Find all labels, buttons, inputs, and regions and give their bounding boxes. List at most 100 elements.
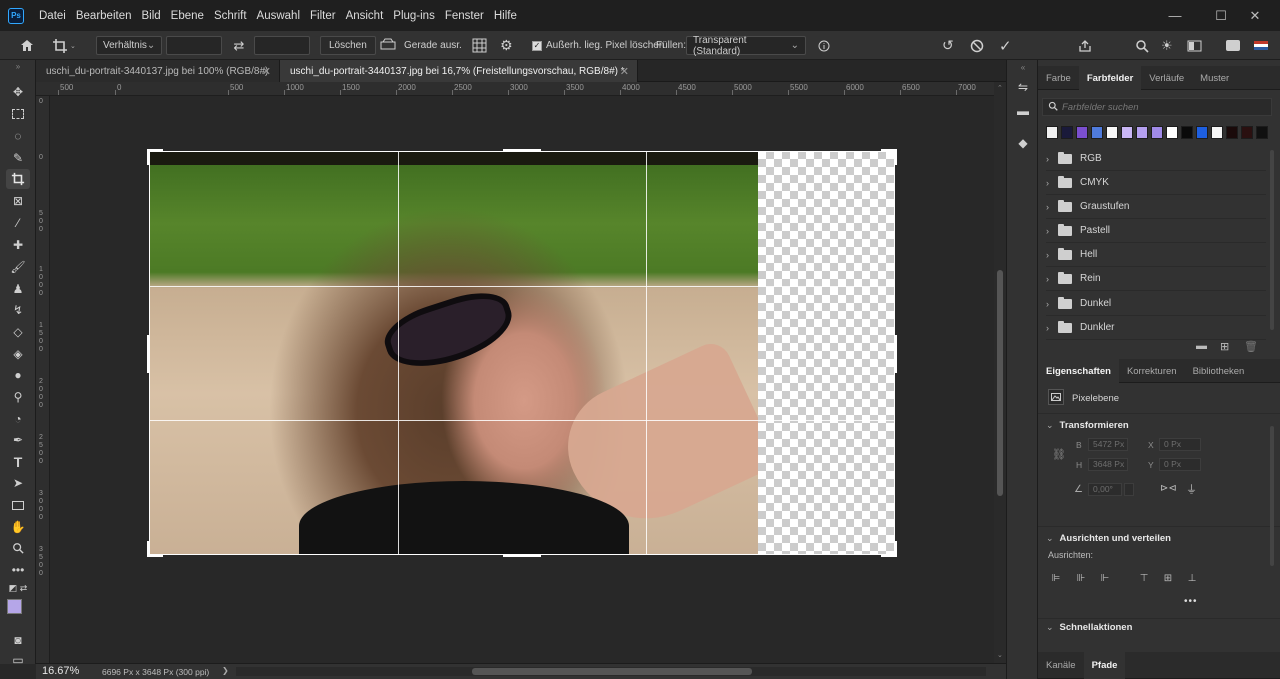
swatch-folder-rgb[interactable]: › RGB	[1046, 147, 1266, 171]
menu-hilfe[interactable]: Hilfe	[489, 10, 522, 22]
swatch-folder-cmyk[interactable]: › CMYK	[1046, 171, 1266, 195]
more-tools-icon[interactable]: •••	[6, 560, 30, 580]
status-arrow-icon[interactable]: ❯	[222, 666, 229, 675]
swatch-folder-rein[interactable]: › Rein	[1046, 267, 1266, 291]
menu-ebene[interactable]: Ebene	[166, 10, 209, 22]
crop-handle-top-right[interactable]	[894, 149, 897, 165]
rectangle-tool-icon[interactable]	[6, 495, 30, 515]
history-panel-icon[interactable]: ⇋	[1014, 78, 1032, 96]
align-center-horizontal-icon[interactable]: ⊪	[1075, 572, 1087, 584]
menu-ansicht[interactable]: Ansicht	[341, 10, 389, 22]
dodge-tool-icon[interactable]: ⚲	[6, 387, 30, 407]
scroll-up-icon[interactable]: ⌃	[997, 84, 1003, 92]
align-section-header[interactable]: ⌄ Ausrichten und verteilen	[1046, 533, 1171, 544]
tab-verlaeufe[interactable]: Verläufe	[1141, 66, 1192, 90]
tab-farbe[interactable]: Farbe	[1038, 66, 1079, 90]
vertical-scroll-thumb[interactable]	[997, 270, 1003, 496]
color-swatch[interactable]	[1241, 126, 1253, 139]
reset-icon[interactable]: ↺	[942, 36, 954, 55]
menu-bearbeiten[interactable]: Bearbeiten	[71, 10, 137, 22]
screen-mode-icon[interactable]: ▭	[6, 650, 30, 670]
lightbulb-icon[interactable]: ☀	[1161, 36, 1173, 55]
vertical-scrollbar[interactable]: ⌃ ⌄	[994, 82, 1006, 663]
tab-document-100[interactable]: uschi_du-portrait-3440137.jpg bei 100% (…	[36, 60, 280, 82]
color-swatch[interactable]	[1076, 126, 1088, 139]
swatch-folder-dunkel[interactable]: › Dunkel	[1046, 292, 1266, 316]
swatch-folder-hell[interactable]: › Hell	[1046, 243, 1266, 267]
minimize-button[interactable]: —	[1152, 0, 1198, 31]
color-swatch[interactable]	[1226, 126, 1238, 139]
transform-width-field[interactable]: 5472 Px	[1088, 438, 1128, 451]
transform-x-field[interactable]: 0 Px	[1159, 438, 1201, 451]
history-brush-tool-icon[interactable]: ↯	[6, 300, 30, 320]
menu-bild[interactable]: Bild	[136, 10, 165, 22]
horizontal-scroll-thumb[interactable]	[472, 668, 752, 675]
transform-height-field[interactable]: 3648 Px	[1088, 458, 1128, 471]
color-swatch[interactable]	[1181, 126, 1193, 139]
crop-handle-left[interactable]	[147, 335, 150, 373]
clear-button[interactable]: Löschen	[320, 36, 376, 55]
tab-pfade[interactable]: Pfade	[1083, 652, 1126, 679]
color-swatch[interactable]	[1256, 126, 1268, 139]
tab-document-crop-preview[interactable]: uschi_du-portrait-3440137.jpg bei 16,7% …	[280, 60, 638, 82]
pen-tool-icon[interactable]: ✒	[6, 430, 30, 450]
color-swatch[interactable]	[1061, 126, 1073, 139]
height-input[interactable]	[254, 36, 310, 55]
language-flag-icon[interactable]	[1254, 36, 1268, 55]
close-icon[interactable]: ✕	[620, 65, 629, 78]
stamp-tool-icon[interactable]: ♟	[6, 279, 30, 299]
rotation-angle-field[interactable]: 0,00°	[1088, 483, 1122, 496]
menu-fenster[interactable]: Fenster	[440, 10, 489, 22]
scroll-down-icon[interactable]: ⌄	[997, 651, 1003, 659]
link-proportions-icon[interactable]: ⛓	[1052, 448, 1066, 461]
angle-dropdown[interactable]	[1124, 483, 1134, 496]
brush-tool-icon[interactable]: 🖌	[6, 257, 30, 277]
blur-tool-icon[interactable]: ●	[6, 365, 30, 385]
color-swatch[interactable]	[1211, 126, 1223, 139]
grid-overlay-icon[interactable]	[472, 36, 487, 55]
foreground-color-swatch[interactable]	[7, 599, 22, 614]
paint-bucket-tool-icon[interactable]: ◈	[6, 344, 30, 364]
eraser-tool-icon[interactable]: ◇	[6, 322, 30, 342]
eyedropper-tool-icon[interactable]: ⁄	[6, 213, 30, 233]
swatch-folder-pastell[interactable]: › Pastell	[1046, 219, 1266, 243]
default-colors-icon[interactable]: ◩ ⇄	[6, 582, 30, 594]
new-swatch-icon[interactable]: ⊞	[1220, 340, 1229, 353]
hand-tool-icon[interactable]: ✋	[6, 517, 30, 537]
color-swatch[interactable]	[1106, 126, 1118, 139]
collapse-toolbar-icon[interactable]: »	[6, 62, 30, 71]
menu-auswahl[interactable]: Auswahl	[252, 10, 305, 22]
crop-handle-bottom[interactable]	[503, 554, 541, 557]
horizontal-scrollbar[interactable]	[236, 667, 986, 676]
color-swatch[interactable]	[1136, 126, 1148, 139]
crop-tool-preset-icon[interactable]: ⌄	[52, 36, 78, 55]
move-tool-icon[interactable]: ✥	[6, 82, 30, 102]
align-right-icon[interactable]: ⊩	[1099, 572, 1111, 584]
workspace-icon[interactable]	[1187, 36, 1202, 55]
commit-crop-icon[interactable]: ✓	[999, 36, 1012, 55]
color-swatch[interactable]	[1196, 126, 1208, 139]
swatch-folder-graustufen[interactable]: › Graustufen	[1046, 195, 1266, 219]
new-group-icon[interactable]: ▬	[1196, 340, 1207, 352]
tab-kanaele[interactable]: Kanäle	[1038, 652, 1084, 679]
healing-brush-tool-icon[interactable]: ✚	[6, 235, 30, 255]
frame-tool-icon[interactable]: ⊠	[6, 191, 30, 211]
info-icon[interactable]	[817, 36, 831, 55]
flip-horizontal-icon[interactable]: ⊳⊲	[1160, 483, 1177, 494]
swatch-folder-dunkler[interactable]: › Dunkler	[1046, 316, 1266, 340]
crop-handle-bottom-left[interactable]	[147, 541, 150, 557]
lasso-tool-icon[interactable]: ◌	[6, 126, 30, 146]
close-icon[interactable]: ✕	[262, 65, 271, 78]
swap-icon[interactable]: ⇄	[230, 36, 248, 55]
align-middle-vertical-icon[interactable]: ⊞	[1162, 572, 1174, 584]
properties-scrollbar[interactable]	[1270, 426, 1274, 566]
menu-datei[interactable]: Datei	[34, 10, 71, 22]
zoom-lens-tool-icon[interactable]: ◔	[6, 409, 30, 429]
menu-filter[interactable]: Filter	[305, 10, 341, 22]
delete-pixels-checkbox[interactable]: ✓ Außerh. lieg. Pixel löschen	[532, 36, 664, 55]
path-selection-tool-icon[interactable]: ➤	[6, 473, 30, 493]
zoom-level[interactable]: 16.67%	[42, 665, 79, 677]
marquee-tool-icon[interactable]	[6, 104, 30, 124]
crop-handle-top-left[interactable]	[147, 149, 150, 165]
quick-mask-icon[interactable]: ◙	[6, 630, 30, 650]
